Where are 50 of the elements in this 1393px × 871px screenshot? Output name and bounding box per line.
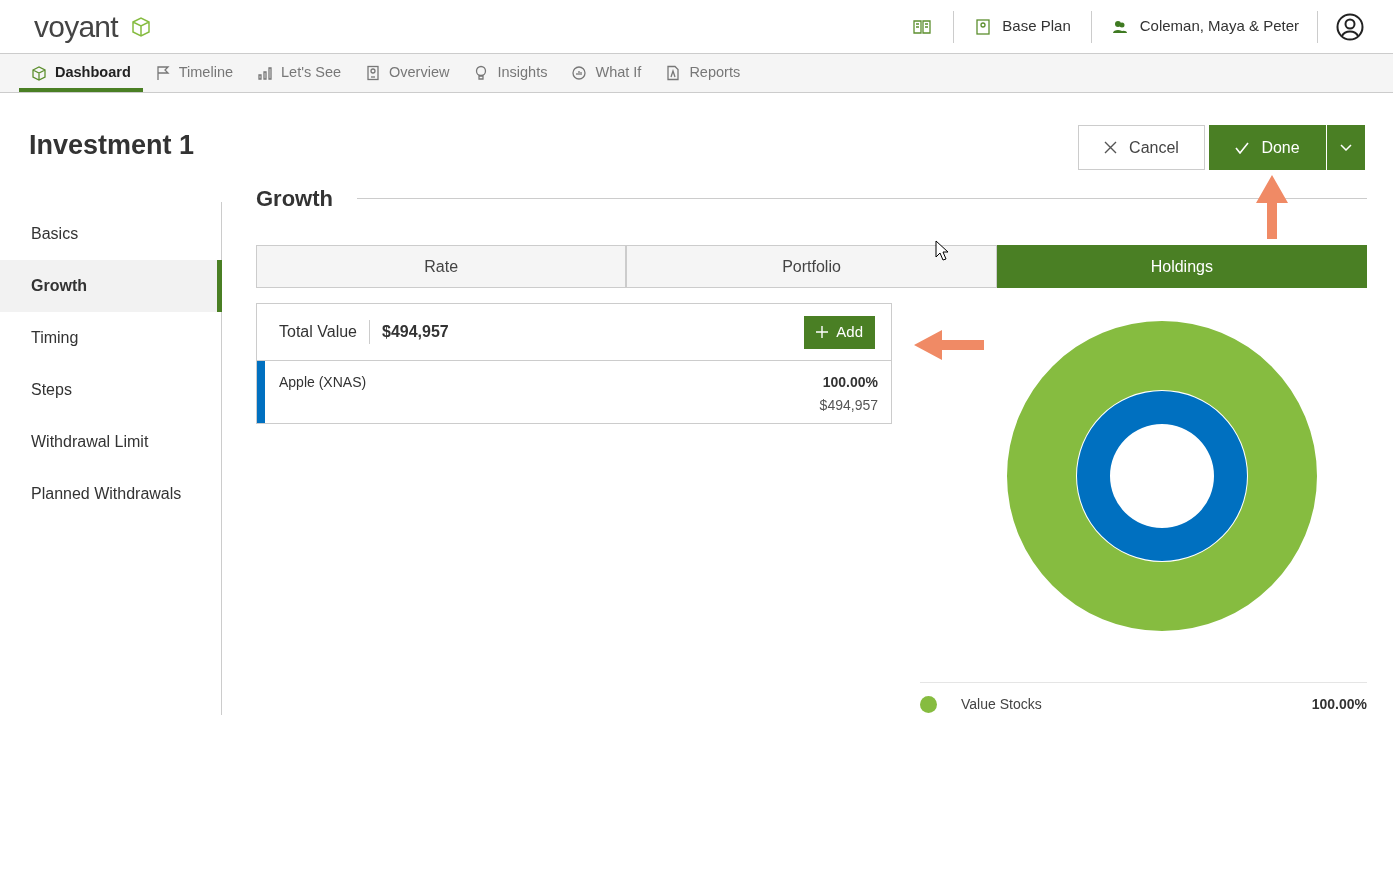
- segment-tab[interactable]: Portfolio: [626, 245, 997, 288]
- document-chart-icon: [976, 18, 991, 35]
- nav-tab[interactable]: Dashboard: [19, 54, 143, 92]
- pdf-file-icon: [665, 65, 682, 81]
- logo-cube-icon: [129, 15, 152, 38]
- legend-percent: 100.00%: [1311, 694, 1367, 714]
- checkmark-icon: [1235, 141, 1250, 154]
- segment-tab[interactable]: Holdings: [996, 245, 1367, 288]
- total-value-label: Total Value: [279, 320, 370, 344]
- nav-tab[interactable]: Overview: [353, 54, 462, 92]
- nav-tab[interactable]: What If: [559, 54, 654, 92]
- legend-label: Value Stocks: [961, 694, 1042, 714]
- box-icon: [31, 65, 47, 81]
- chevron-down-icon: [1340, 144, 1352, 151]
- sidebar-item[interactable]: Steps: [0, 364, 221, 416]
- nav-tab[interactable]: Timeline: [142, 54, 245, 92]
- mouse-cursor-icon: [935, 240, 948, 261]
- cancel-button[interactable]: Cancel: [1078, 125, 1205, 170]
- sidebar-item[interactable]: Basics: [0, 208, 221, 260]
- nav-tab[interactable]: Insights: [461, 54, 560, 92]
- annotation-arrow: [1254, 173, 1290, 241]
- page-title: Investment 1: [29, 129, 195, 162]
- client-name: Coleman, Maya & Peter: [1139, 16, 1299, 37]
- close-icon: [1104, 141, 1118, 154]
- sidebar-item[interactable]: Timing: [0, 312, 221, 364]
- holding-name: Apple (XNAS): [279, 373, 367, 392]
- plan-name: Base Plan: [1002, 16, 1071, 37]
- plus-icon: [816, 326, 829, 338]
- holding-value: $494,957: [819, 396, 878, 415]
- segment-tab[interactable]: Rate: [256, 245, 627, 288]
- add-button[interactable]: Add: [804, 315, 875, 349]
- sidebar-item[interactable]: Withdrawal Limit: [0, 416, 221, 468]
- people-icon: [1111, 18, 1128, 35]
- sidebar-item[interactable]: Growth: [0, 260, 222, 312]
- logo: voyant: [34, 9, 118, 45]
- total-value: $494,957: [381, 322, 449, 342]
- bar-chart-icon: [257, 65, 273, 81]
- user-account-icon[interactable]: [1336, 12, 1364, 41]
- nav-tab[interactable]: Let's See: [245, 54, 354, 92]
- done-button[interactable]: Done: [1209, 125, 1326, 170]
- speech-bubble-icon: [571, 65, 588, 81]
- plan-selector[interactable]: Base Plan: [976, 15, 1071, 38]
- sidebar-item[interactable]: Planned Withdrawals: [0, 468, 221, 520]
- book-icon[interactable]: [913, 18, 932, 35]
- section-title: Growth: [256, 185, 333, 213]
- document-icon: [365, 65, 382, 81]
- client-selector[interactable]: Coleman, Maya & Peter: [1111, 15, 1299, 38]
- holding-percent: 100.00%: [822, 373, 878, 392]
- flag-icon: [154, 65, 171, 81]
- nav-tab[interactable]: Reports: [653, 54, 753, 92]
